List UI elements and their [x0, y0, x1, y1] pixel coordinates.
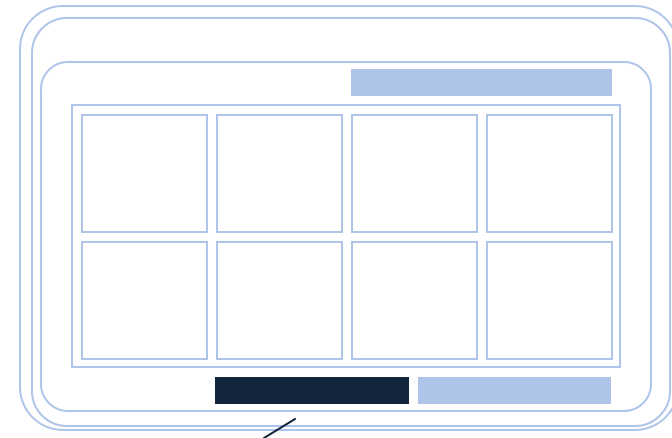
grid-cell[interactable]: [351, 114, 478, 233]
grid-cell-label: [353, 116, 354, 117]
header-bar[interactable]: [351, 69, 612, 96]
grid-cell[interactable]: [81, 114, 208, 233]
grid-cell-label: [488, 116, 489, 117]
grid-cell[interactable]: [216, 114, 343, 233]
grid-cell[interactable]: [81, 241, 208, 360]
grid-cell[interactable]: [216, 241, 343, 360]
grid-cell-label: [83, 243, 84, 244]
grid-cell[interactable]: [486, 114, 613, 233]
secondary-button[interactable]: [418, 377, 611, 404]
grid-cell[interactable]: [486, 241, 613, 360]
grid-cell-label: [488, 243, 489, 244]
thumbnail-grid: [71, 104, 621, 368]
secondary-button-label: [418, 377, 419, 378]
header-bar-label: [351, 69, 352, 70]
grid-cell-label: [218, 116, 219, 117]
primary-button-label: [215, 377, 216, 378]
grid-cell-label: [218, 243, 219, 244]
grid-cell[interactable]: [351, 241, 478, 360]
device-screen: [0, 0, 672, 438]
grid-cell-label: [353, 243, 354, 244]
primary-button[interactable]: [215, 377, 409, 404]
grid-cell-label: [83, 116, 84, 117]
